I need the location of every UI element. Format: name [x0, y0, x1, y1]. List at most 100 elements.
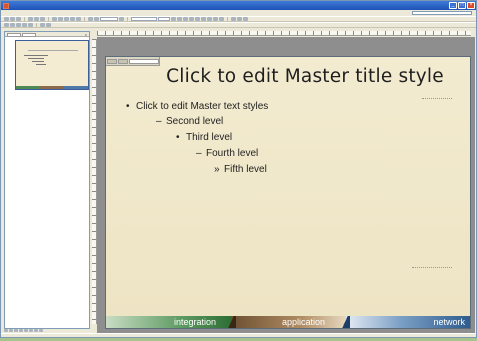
- master-layout-icon[interactable]: [40, 23, 45, 27]
- shadow-icon[interactable]: [189, 17, 194, 21]
- undo-icon[interactable]: [70, 17, 75, 21]
- redo-icon[interactable]: [76, 17, 81, 21]
- italic-icon[interactable]: [177, 17, 182, 21]
- new-slide-icon[interactable]: [243, 17, 248, 21]
- spelling-icon[interactable]: [40, 17, 45, 21]
- thumbnail-title-line: [28, 50, 78, 51]
- title-bar[interactable]: _ □ ×: [1, 1, 476, 10]
- master-tab-active[interactable]: [129, 58, 159, 64]
- toolbar-separator: [24, 17, 25, 21]
- app-icon[interactable]: [3, 2, 9, 9]
- zoom-select[interactable]: [100, 17, 118, 21]
- draw-menu-icon[interactable]: [4, 329, 8, 332]
- open-icon[interactable]: [10, 17, 15, 21]
- insert-title-master-icon[interactable]: [10, 23, 15, 27]
- font-name-select[interactable]: [131, 17, 157, 21]
- text-level-3: • Third level: [176, 132, 232, 143]
- bold-icon[interactable]: [171, 17, 176, 21]
- master-tabs: [106, 57, 160, 66]
- table-icon[interactable]: [94, 17, 99, 21]
- close-icon[interactable]: ×: [467, 2, 475, 9]
- cut-icon[interactable]: [52, 17, 57, 21]
- master-tab[interactable]: [118, 58, 128, 64]
- align-left-icon[interactable]: [195, 17, 200, 21]
- guillemet-icon: »: [214, 164, 220, 175]
- rectangle-icon[interactable]: [29, 329, 33, 332]
- paste-icon[interactable]: [64, 17, 69, 21]
- footer-application-label: application: [282, 317, 326, 327]
- footer-divider: [340, 316, 350, 328]
- master-title-placeholder[interactable]: Click to edit Master title style: [146, 66, 464, 92]
- maximize-icon[interactable]: □: [458, 2, 466, 9]
- dash-icon: –: [156, 116, 162, 127]
- oval-icon[interactable]: [34, 329, 38, 332]
- level-1-text: Click to edit Master text styles: [136, 101, 269, 112]
- number-placeholder[interactable]: [412, 265, 452, 268]
- footer-integration-label: integration: [174, 317, 217, 327]
- autoshapes-icon[interactable]: [14, 329, 18, 332]
- toolbar-separator: [36, 23, 37, 27]
- slide-master[interactable]: Click to edit Master title style • Click…: [105, 56, 471, 329]
- thumbnail-text-line: [36, 64, 46, 65]
- help-icon[interactable]: [119, 17, 124, 21]
- preview-icon[interactable]: [34, 17, 39, 21]
- underline-icon[interactable]: [183, 17, 188, 21]
- toolbar-separator: [227, 17, 228, 21]
- font-color-icon[interactable]: [231, 17, 236, 21]
- slide-thumbnail[interactable]: [15, 40, 89, 90]
- line-icon[interactable]: [19, 329, 23, 332]
- toolbar-separator: [127, 17, 128, 21]
- numbering-icon[interactable]: [213, 17, 218, 21]
- toolbar-separator: [48, 17, 49, 21]
- thumbnail-text-line: [24, 55, 48, 56]
- close-master-view-icon[interactable]: [46, 23, 51, 27]
- arrow-icon[interactable]: [24, 329, 28, 332]
- footer-integration: integration: [106, 316, 232, 328]
- footer-network: network: [346, 316, 470, 328]
- tab-slides[interactable]: [22, 33, 36, 37]
- text-level-1: • Click to edit Master text styles: [126, 101, 268, 112]
- bullets-icon[interactable]: [219, 17, 224, 21]
- status-bar: [1, 333, 476, 339]
- footer-band: integration application network: [106, 316, 470, 328]
- print-icon[interactable]: [28, 17, 33, 21]
- bullet-icon: •: [176, 132, 180, 143]
- vertical-ruler[interactable]: [92, 39, 97, 324]
- rename-master-icon[interactable]: [28, 23, 33, 27]
- insert-slide-master-icon[interactable]: [4, 23, 9, 27]
- horizontal-ruler[interactable]: [97, 31, 471, 36]
- copy-icon[interactable]: [58, 17, 63, 21]
- minimize-icon[interactable]: _: [449, 2, 457, 9]
- tab-outline[interactable]: [7, 33, 21, 37]
- align-right-icon[interactable]: [207, 17, 212, 21]
- thumbnail-footer: [16, 86, 88, 89]
- toolbar-separator: [84, 17, 85, 21]
- thumbnail-text-line: [28, 58, 44, 59]
- textbox-icon[interactable]: [39, 329, 43, 332]
- date-placeholder[interactable]: [422, 96, 452, 99]
- new-icon[interactable]: [4, 17, 9, 21]
- design-icon[interactable]: [237, 17, 242, 21]
- footer-network-label: network: [433, 317, 465, 327]
- chart-icon[interactable]: [88, 17, 93, 21]
- text-level-4: – Fourth level: [196, 148, 258, 159]
- close-icon[interactable]: ×: [85, 32, 87, 37]
- bullet-icon: •: [126, 101, 130, 112]
- slides-pane: ×: [4, 31, 90, 329]
- pane-tabs: [5, 32, 89, 37]
- select-icon[interactable]: [9, 329, 13, 332]
- save-icon[interactable]: [16, 17, 21, 21]
- footer-application: application: [232, 316, 346, 328]
- align-center-icon[interactable]: [201, 17, 206, 21]
- footer-divider: [226, 316, 236, 328]
- preserve-master-icon[interactable]: [22, 23, 27, 27]
- font-size-select[interactable]: [158, 17, 170, 21]
- master-tab[interactable]: [107, 58, 117, 64]
- level-5-text: Fifth level: [224, 164, 267, 175]
- text-level-5: » Fifth level: [214, 164, 267, 175]
- level-3-text: Third level: [186, 132, 233, 143]
- delete-master-icon[interactable]: [16, 23, 21, 27]
- powerpoint-window: _ □ × × Click to edit Master title style…: [0, 0, 477, 338]
- thumbnail-text-line: [32, 61, 44, 62]
- help-search-input[interactable]: [412, 11, 472, 15]
